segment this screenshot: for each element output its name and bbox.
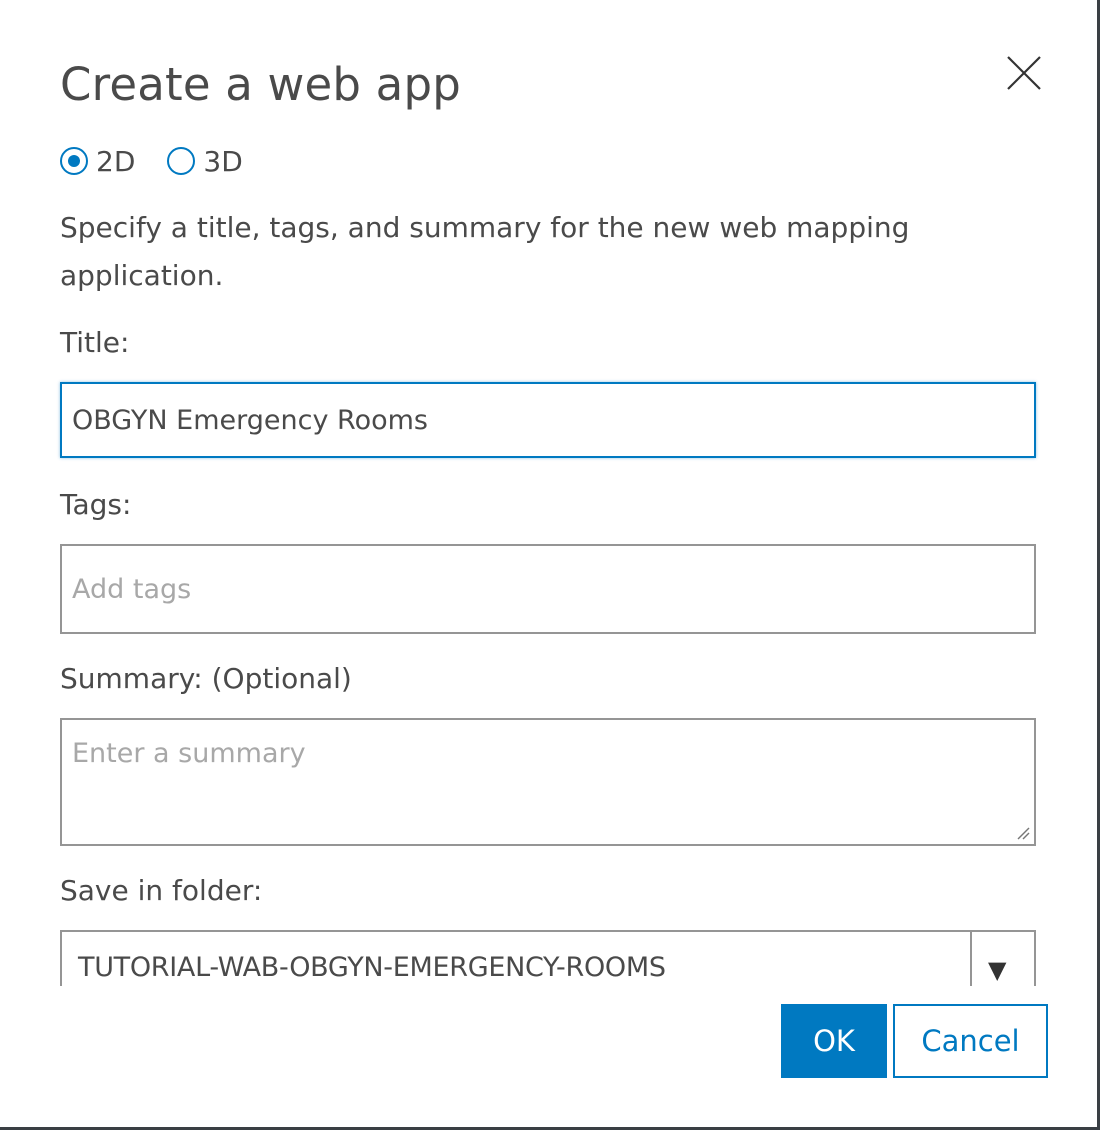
close-icon [1007, 56, 1041, 90]
radio-2d-selected[interactable] [60, 147, 88, 175]
cancel-button[interactable]: Cancel [893, 1004, 1048, 1078]
radio-2d-label: 2D [96, 144, 136, 178]
chevron-down-icon[interactable]: ▼ [988, 956, 1006, 984]
tags-label: Tags: [60, 488, 132, 521]
folder-label: Save in folder: [60, 874, 263, 907]
folder-select-value: TUTORIAL-WAB-OBGYN-EMERGENCY-ROOMS [78, 952, 666, 983]
create-web-app-dialog: Create a web app 2D 3D Specify a title, … [0, 0, 1100, 1130]
radio-option-2d[interactable]: 2D [60, 145, 135, 178]
tags-input[interactable] [60, 544, 1036, 634]
summary-label: Summary: (Optional) [60, 662, 352, 695]
dialog-title: Create a web app [60, 58, 461, 111]
close-button[interactable] [1006, 55, 1042, 91]
radio-option-3d[interactable]: 3D [167, 144, 243, 178]
summary-textarea[interactable] [60, 718, 1036, 846]
title-input[interactable] [60, 382, 1036, 458]
title-label: Title: [60, 326, 130, 359]
folder-select[interactable]: TUTORIAL-WAB-OBGYN-EMERGENCY-ROOMS ▼ [60, 930, 1036, 986]
ok-button[interactable]: OK [781, 1004, 887, 1078]
radio-3d-unselected[interactable] [167, 147, 196, 175]
folder-select-divider [970, 932, 972, 986]
radio-3d-label: 3D [203, 144, 243, 178]
dimension-radio-group: 2D 3D [60, 143, 275, 179]
dialog-description: Specify a title, tags, and summary for t… [60, 211, 910, 292]
resize-grip-icon[interactable] [1016, 826, 1030, 840]
